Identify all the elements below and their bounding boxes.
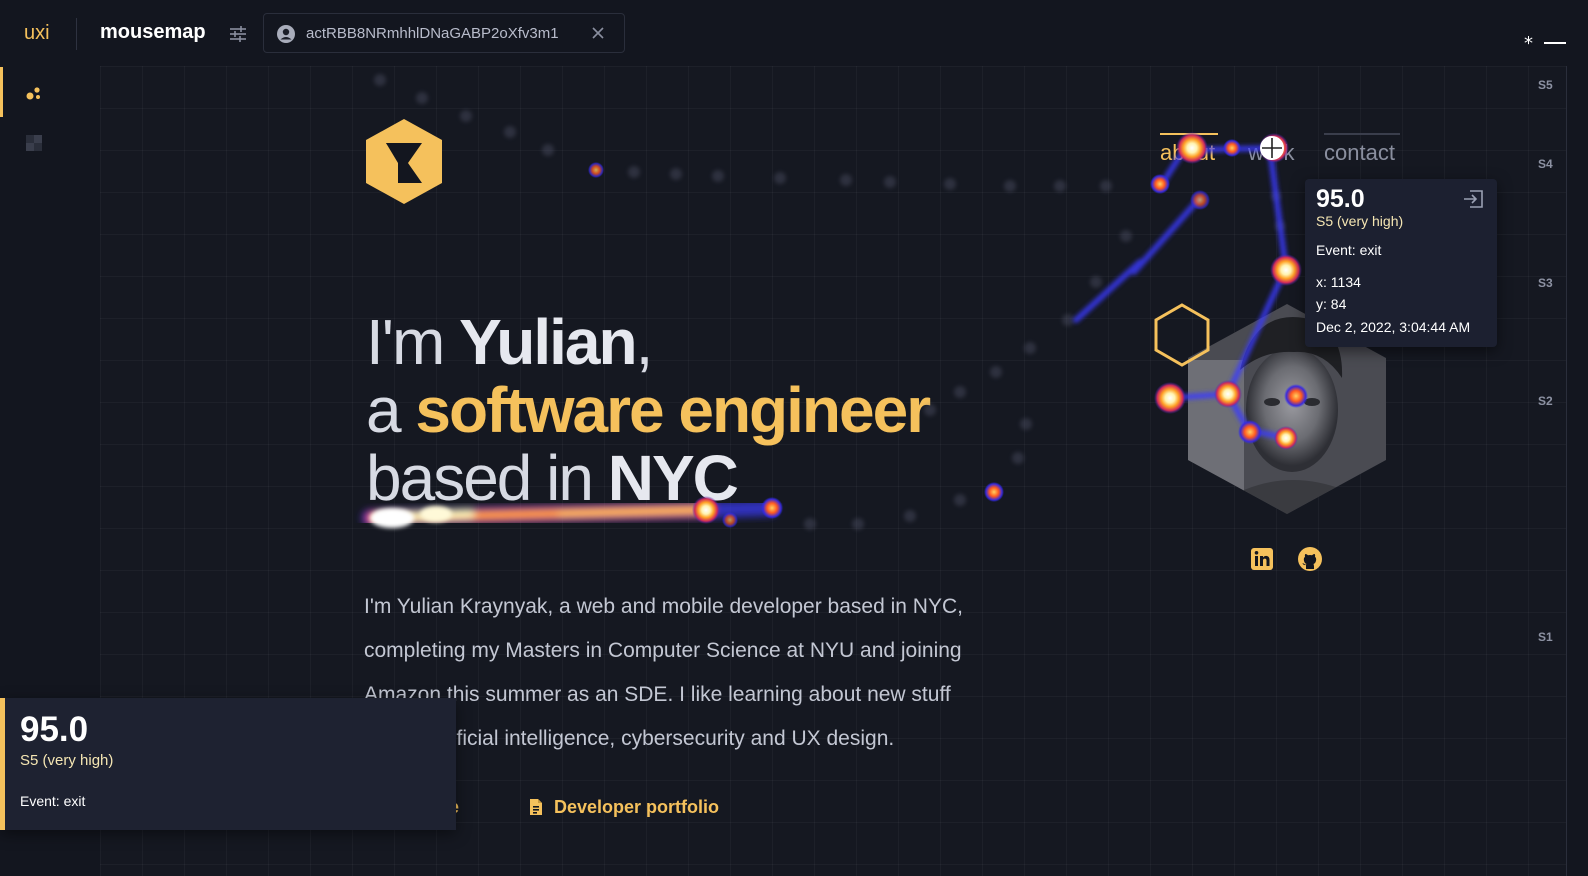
tooltip-timestamp: Dec 2, 2022, 3:04:44 AM	[1316, 319, 1471, 335]
event-tooltip: 95.0 S5 (very high) Event: exit x: 1134 …	[1305, 179, 1497, 347]
hexagon-outline-icon	[1154, 303, 1210, 367]
hero-headline: I'm Yulian, a software engineer based in…	[366, 306, 931, 514]
headline-text: I'm	[366, 306, 460, 378]
bio-line: I'm Yulian Kraynyak, a web and mobile de…	[364, 595, 963, 618]
brand-logo[interactable]: uxi	[24, 22, 50, 45]
tooltip-y: y: 84	[1316, 296, 1347, 312]
headline-text: ,	[635, 306, 654, 378]
headline-text: a	[366, 374, 416, 446]
minimize-icon[interactable]	[1544, 42, 1566, 44]
tooltip-score: 95.0	[1316, 185, 1365, 213]
card-level: S5 (very high)	[20, 752, 114, 769]
card-score: 95.0	[20, 710, 89, 749]
session-selector[interactable]: actRBB8NRmhhlDNaGABP2oXfv3m1	[263, 13, 625, 53]
nav-work[interactable]: work	[1248, 140, 1294, 166]
nav-about[interactable]: about	[1160, 140, 1215, 166]
divider	[76, 18, 77, 50]
tooltip-x: x: 1134	[1316, 274, 1361, 290]
developer-portfolio-link[interactable]: Developer portfolio	[528, 797, 719, 818]
site-logo-icon	[366, 119, 442, 204]
card-event: Event: exit	[20, 793, 86, 809]
nav-active-underline	[1160, 133, 1218, 135]
heatmap-dots-icon[interactable]	[22, 81, 46, 105]
user-circle-icon	[277, 25, 295, 43]
scale-label-s2: S2	[1538, 394, 1553, 408]
document-icon	[530, 799, 542, 815]
grid-square-icon[interactable]	[22, 131, 46, 155]
portfolio-label: Developer portfolio	[554, 797, 720, 817]
score-scale-rail	[1566, 66, 1588, 876]
settings-sliders-icon[interactable]	[228, 24, 248, 44]
event-detail-card: 95.0 S5 (very high) Event: exit	[0, 698, 456, 830]
exit-icon	[1464, 190, 1483, 208]
headline-name: Yulian	[459, 306, 637, 378]
scale-label-s5: S5	[1538, 78, 1553, 92]
session-id: actRBB8NRmhhlDNaGABP2oXfv3m1	[306, 25, 559, 42]
bio-line: rtificial intelligence, cybersecurity an…	[439, 727, 895, 750]
tooltip-level: S5 (very high)	[1316, 213, 1404, 229]
nav-contact[interactable]: contact	[1324, 140, 1395, 166]
headline-city: NYC	[607, 442, 739, 514]
headline-role: software engineer	[415, 374, 931, 446]
bio-line: completing my Masters in Computer Scienc…	[364, 639, 962, 662]
nav-underline-contact	[1324, 133, 1400, 135]
tooltip-event: Event: exit	[1316, 242, 1382, 258]
scale-label-s3: S3	[1538, 276, 1553, 290]
bio-line: Amazon this summer as an SDE. I like lea…	[364, 683, 951, 706]
top-bar: uxi mousemap actRBB8NRmhhlDNaGABP2oXfv3m…	[0, 0, 1588, 66]
bio-paragraph: I'm Yulian Kraynyak, a web and mobile de…	[364, 585, 1004, 761]
scale-label-s1: S1	[1538, 630, 1553, 644]
star-marker: *	[1524, 33, 1533, 54]
github-icon[interactable]	[1297, 546, 1323, 572]
headline-text: based in	[366, 442, 608, 514]
scale-label-s4: S4	[1538, 157, 1553, 171]
linkedin-icon[interactable]	[1249, 546, 1275, 572]
app-title: mousemap	[100, 21, 206, 43]
sidebar-active-indicator	[0, 67, 3, 117]
close-icon[interactable]	[590, 25, 606, 41]
